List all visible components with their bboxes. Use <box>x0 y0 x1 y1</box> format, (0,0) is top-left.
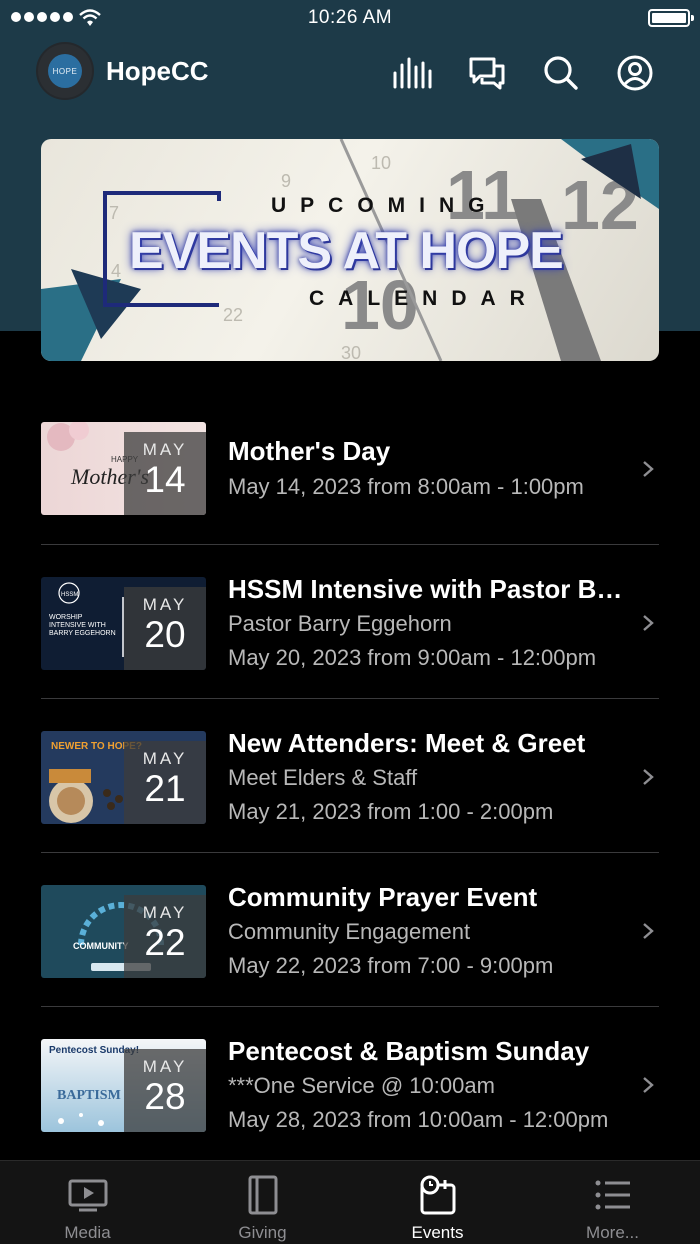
giving-icon <box>248 1175 278 1215</box>
event-datetime: May 20, 2023 from 9:00am - 12:00pm <box>228 645 597 670</box>
event-thumbnail: HSSM WORSHIP INTENSIVE WITH BARRY EGGEHO… <box>41 577 206 670</box>
chevron-right-icon <box>643 923 654 939</box>
app-title: HopeCC <box>106 56 209 86</box>
svg-text:HSSM: HSSM <box>61 592 78 598</box>
event-title: New Attenders: Meet & Greet <box>228 728 586 758</box>
app-header: HOPE HopeCC <box>0 40 700 106</box>
svg-text:30: 30 <box>341 343 361 361</box>
event-date-badge: MAY 21 <box>124 741 206 824</box>
audio-bars-icon[interactable] <box>391 52 433 94</box>
tab-giving[interactable]: Giving <box>175 1161 350 1244</box>
event-row[interactable]: HSSM WORSHIP INTENSIVE WITH BARRY EGGEHO… <box>41 545 659 699</box>
media-icon <box>68 1179 108 1212</box>
tab-label: Media <box>64 1223 111 1242</box>
event-datetime: May 21, 2023 from 1:00 - 2:00pm <box>228 799 554 824</box>
banner-upcoming-text: UPCOMING <box>271 194 499 217</box>
event-title: HSSM Intensive with Pastor Barry Eggehor… <box>228 574 628 604</box>
event-subtitle: Community Engagement <box>228 919 471 944</box>
more-list-icon <box>595 1180 630 1210</box>
event-subtitle: Pastor Barry Eggehorn <box>228 611 452 636</box>
banner-calendar-text: CALENDAR <box>309 287 539 310</box>
bottom-tab-bar: Media Giving Events More... <box>0 1160 700 1244</box>
svg-text:10: 10 <box>371 153 391 173</box>
event-row[interactable]: Pentecost Sunday! BAPTISM MAY 28 Penteco… <box>41 1007 659 1161</box>
event-datetime: May 22, 2023 from 7:00 - 9:00pm <box>228 953 554 978</box>
event-thumbnail: Pentecost Sunday! BAPTISM MAY 28 <box>41 1039 206 1132</box>
status-bar: 10:26 AM <box>0 0 700 36</box>
event-title: Mother's Day <box>228 436 391 466</box>
chevron-right-icon <box>643 1077 654 1093</box>
event-date-badge: MAY 22 <box>124 895 206 978</box>
chevron-right-icon <box>643 461 654 477</box>
svg-text:COMMUNITY: COMMUNITY <box>73 941 129 951</box>
event-datetime: May 14, 2023 from 8:00am - 1:00pm <box>228 474 584 499</box>
profile-icon[interactable] <box>614 52 656 94</box>
chat-icon[interactable] <box>466 52 508 94</box>
event-thumbnail: COMMUNITY MAY 22 <box>41 885 206 978</box>
event-subtitle: Meet Elders & Staff <box>228 765 418 790</box>
svg-text:INTENSIVE WITH: INTENSIVE WITH <box>49 622 106 629</box>
tab-events[interactable]: Events <box>350 1161 525 1244</box>
chevron-right-icon <box>643 615 654 631</box>
status-time: 10:26 AM <box>307 7 393 28</box>
svg-text:9: 9 <box>281 171 291 191</box>
events-icon <box>420 1175 456 1215</box>
event-title: Community Prayer Event <box>228 882 538 912</box>
tab-label: More... <box>586 1223 639 1242</box>
event-row[interactable]: NEWER TO HOPE? MAY 21 New Attenders: Mee… <box>41 699 659 853</box>
tab-more[interactable]: More... <box>525 1161 700 1244</box>
tab-media[interactable]: Media <box>0 1161 175 1244</box>
event-subtitle: ***One Service @ 10:00am <box>228 1073 495 1098</box>
church-logo-avatar[interactable]: HOPE <box>38 44 92 98</box>
tab-label: Events <box>411 1223 464 1242</box>
event-thumbnail: HAPPY Mother's MAY 14 <box>41 422 206 515</box>
svg-text:22: 22 <box>223 305 243 325</box>
event-date-badge: MAY 28 <box>124 1049 206 1132</box>
event-datetime: May 28, 2023 from 10:00am - 12:00pm <box>228 1107 609 1132</box>
event-row[interactable]: COMMUNITY MAY 22 Community Prayer Event … <box>41 853 659 1007</box>
event-title: Pentecost & Baptism Sunday <box>228 1036 590 1066</box>
svg-text:BAPTISM: BAPTISM <box>57 1088 121 1103</box>
svg-text:BARRY EGGEHORN: BARRY EGGEHORN <box>49 630 116 637</box>
banner-title-text: EVENTS AT HOPE <box>129 222 564 280</box>
event-date-badge: MAY 20 <box>124 587 206 670</box>
svg-text:WORSHIP: WORSHIP <box>49 614 83 621</box>
event-list: HAPPY Mother's MAY 14 Mother's Day May 1… <box>41 390 659 1161</box>
search-icon[interactable] <box>540 52 582 94</box>
events-banner[interactable]: 9 10 7 4 22 30 11 12 10 UPCOMING EVENTS AT HOP… <box>41 139 659 361</box>
event-thumbnail: NEWER TO HOPE? MAY 21 <box>41 731 206 824</box>
battery-icon <box>648 9 694 27</box>
tab-label: Giving <box>238 1223 287 1242</box>
event-date-badge: MAY 14 <box>124 432 206 515</box>
chevron-right-icon <box>643 769 654 785</box>
avatar-label: HOPE <box>48 54 82 88</box>
event-row[interactable]: HAPPY Mother's MAY 14 Mother's Day May 1… <box>41 390 659 545</box>
